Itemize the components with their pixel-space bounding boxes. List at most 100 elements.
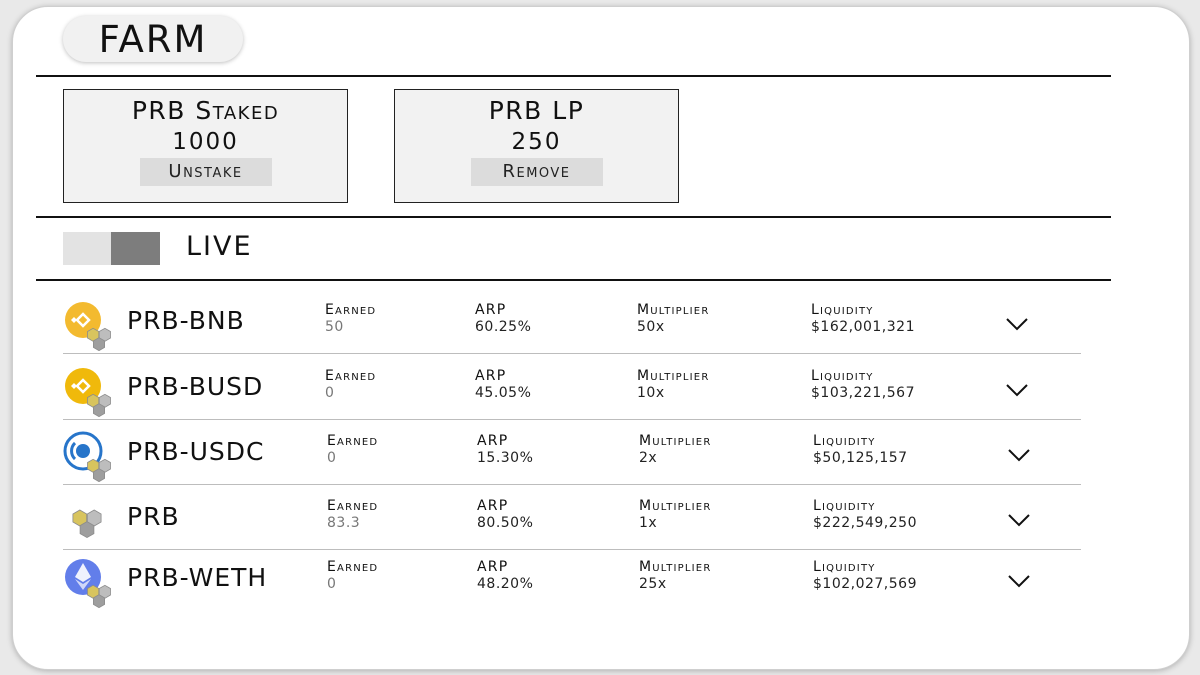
earned-value: 83.3 xyxy=(327,515,361,531)
pair-name: PRB-BUSD xyxy=(127,372,264,401)
liquidity-column: Liquidity $222,549,250 xyxy=(813,498,917,532)
liquidity-value: $102,027,569 xyxy=(813,576,917,592)
apr-column: ARP 45.05% xyxy=(475,368,531,402)
multiplier-column: Multiplier 50x xyxy=(637,302,709,336)
liquidity-label: Liquidity xyxy=(813,433,876,449)
apr-label: ARP xyxy=(477,433,509,449)
toggle-knob xyxy=(111,232,160,265)
row-divider xyxy=(63,353,1081,354)
liquidity-value: $50,125,157 xyxy=(813,450,908,466)
chevron-down-icon[interactable] xyxy=(1007,447,1031,463)
apr-column: ARP 15.30% xyxy=(477,433,533,467)
earned-column: Earned 50 xyxy=(325,302,376,336)
row-divider xyxy=(63,484,1081,485)
chevron-down-icon[interactable] xyxy=(1005,382,1029,398)
row-divider xyxy=(63,549,1081,550)
usdc-icon xyxy=(63,431,115,483)
apr-column: ARP 80.50% xyxy=(477,498,533,532)
liquidity-column: Liquidity $162,001,321 xyxy=(811,302,915,336)
multiplier-value: 1x xyxy=(639,515,658,531)
farm-row-prb: PRB Earned 83.3 ARP 80.50% Multiplier 1x… xyxy=(63,490,1081,550)
chevron-down-icon[interactable] xyxy=(1005,316,1029,332)
apr-value: 60.25% xyxy=(475,319,532,335)
earned-label: Earned xyxy=(325,368,377,384)
stat-card-staked: PRB Staked 1000 Unstake xyxy=(63,89,348,203)
multiplier-value: 2x xyxy=(639,450,658,466)
pair-name: PRB-USDC xyxy=(127,437,265,466)
apr-label: ARP xyxy=(475,368,507,384)
multiplier-column: Multiplier 25x xyxy=(639,559,711,593)
live-toggle[interactable] xyxy=(63,232,160,265)
multiplier-label: Multiplier xyxy=(639,433,712,449)
page-title-text: FARM xyxy=(98,17,208,61)
remove-button[interactable]: Remove xyxy=(470,158,603,186)
multiplier-label: Multiplier xyxy=(637,368,710,384)
apr-column: ARP 60.25% xyxy=(475,302,531,336)
earned-column: Earned 0 xyxy=(327,559,378,593)
earned-value: 0 xyxy=(325,385,335,401)
busd-icon xyxy=(63,366,115,418)
multiplier-value: 25x xyxy=(639,576,667,592)
earned-label: Earned xyxy=(327,559,379,575)
bnb-icon xyxy=(63,300,115,352)
eth-icon xyxy=(63,557,115,609)
earned-value: 0 xyxy=(327,450,337,466)
divider-mid xyxy=(36,216,1111,218)
liquidity-label: Liquidity xyxy=(813,498,876,514)
liquidity-value: $222,549,250 xyxy=(813,515,917,531)
earned-label: Earned xyxy=(325,302,377,318)
divider-top xyxy=(36,75,1111,77)
earned-column: Earned 0 xyxy=(327,433,378,467)
row-divider xyxy=(63,419,1081,420)
earned-value: 0 xyxy=(327,576,337,592)
apr-label: ARP xyxy=(477,498,509,514)
farm-row-prb-bnb: PRB-BNB Earned 50 ARP 60.25% Multiplier … xyxy=(63,294,1081,354)
pair-name: PRB-WETH xyxy=(127,563,268,592)
earned-column: Earned 0 xyxy=(325,368,376,402)
liquidity-column: Liquidity $50,125,157 xyxy=(813,433,908,467)
apr-value: 15.30% xyxy=(477,450,534,466)
apr-column: ARP 48.20% xyxy=(477,559,533,593)
prb-icon xyxy=(63,496,115,548)
multiplier-value: 50x xyxy=(637,319,665,335)
multiplier-label: Multiplier xyxy=(637,302,710,318)
unstake-button[interactable]: Unstake xyxy=(139,158,272,186)
stat-title: PRB Staked xyxy=(131,96,280,125)
stat-value: 1000 xyxy=(172,129,239,155)
stat-title: PRB LP xyxy=(488,96,585,125)
multiplier-column: Multiplier 2x xyxy=(639,433,711,467)
live-label: LIVE xyxy=(186,231,253,262)
divider-list xyxy=(36,279,1111,281)
earned-label: Earned xyxy=(327,498,379,514)
apr-value: 45.05% xyxy=(475,385,532,401)
apr-value: 80.50% xyxy=(477,515,534,531)
liquidity-value: $162,001,321 xyxy=(811,319,915,335)
farm-row-prb-busd: PRB-BUSD Earned 0 ARP 45.05% Multiplier … xyxy=(63,360,1081,420)
farm-row-prb-usdc: PRB-USDC Earned 0 ARP 15.30% Multiplier … xyxy=(63,425,1081,485)
liquidity-column: Liquidity $103,221,567 xyxy=(811,368,915,402)
multiplier-value: 10x xyxy=(637,385,665,401)
earned-value: 50 xyxy=(325,319,344,335)
liquidity-value: $103,221,567 xyxy=(811,385,915,401)
pair-name: PRB-BNB xyxy=(127,306,245,335)
apr-label: ARP xyxy=(477,559,509,575)
multiplier-column: Multiplier 10x xyxy=(637,368,709,402)
liquidity-column: Liquidity $102,027,569 xyxy=(813,559,917,593)
toggle-track-off xyxy=(63,232,111,265)
pair-name: PRB xyxy=(127,502,180,531)
earned-label: Earned xyxy=(327,433,379,449)
multiplier-label: Multiplier xyxy=(639,559,712,575)
chevron-down-icon[interactable] xyxy=(1007,512,1031,528)
chevron-down-icon[interactable] xyxy=(1007,573,1031,589)
farm-row-prb-weth: PRB-WETH Earned 0 ARP 48.20% Multiplier … xyxy=(63,551,1081,611)
apr-value: 48.20% xyxy=(477,576,534,592)
liquidity-label: Liquidity xyxy=(811,302,874,318)
earned-column: Earned 83.3 xyxy=(327,498,378,532)
stat-value: 250 xyxy=(511,129,562,155)
apr-label: ARP xyxy=(475,302,507,318)
multiplier-column: Multiplier 1x xyxy=(639,498,711,532)
page-title: FARM xyxy=(63,16,243,62)
stat-card-lp: PRB LP 250 Remove xyxy=(394,89,679,203)
liquidity-label: Liquidity xyxy=(813,559,876,575)
multiplier-label: Multiplier xyxy=(639,498,712,514)
